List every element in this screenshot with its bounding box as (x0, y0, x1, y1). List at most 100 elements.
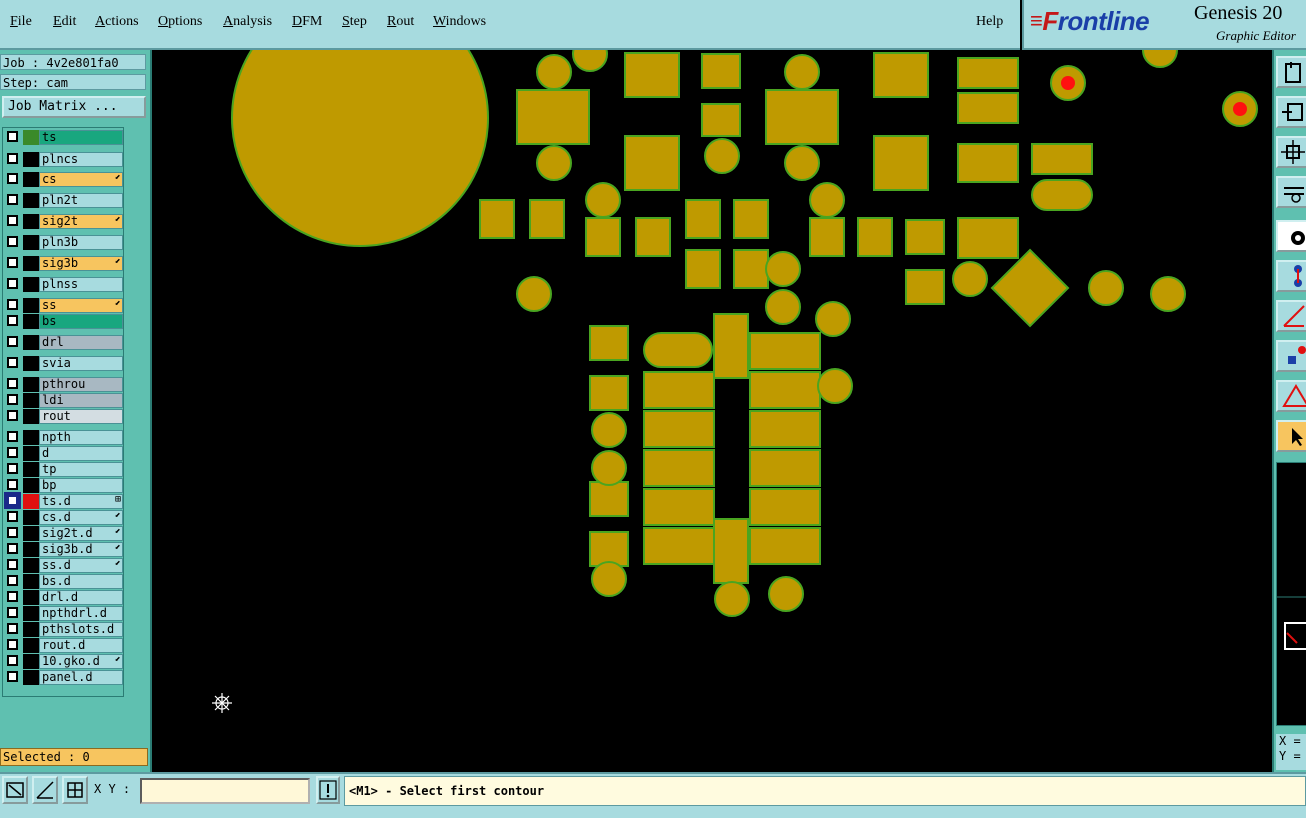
layer-name[interactable]: bs.d (39, 574, 123, 589)
layer-color-swatch[interactable] (23, 494, 39, 509)
layer-row-sig2t[interactable]: sig2t ⬋ (5, 214, 123, 229)
layer-checkbox[interactable] (7, 257, 18, 268)
layer-color-swatch[interactable] (23, 622, 39, 637)
menu-dfm[interactable]: DFM (292, 14, 322, 30)
layer-checkbox[interactable] (7, 639, 18, 650)
layer-name[interactable]: sig3b (39, 256, 123, 271)
layer-name[interactable]: sig2t (39, 214, 123, 229)
menu-step[interactable]: Step (342, 14, 367, 30)
layer-row-plnss[interactable]: plnss (5, 277, 123, 292)
layer-color-swatch[interactable] (23, 446, 39, 461)
layer-color-swatch[interactable] (23, 409, 39, 424)
layer-name[interactable]: ts.d (39, 494, 123, 509)
layer-color-swatch[interactable] (23, 670, 39, 685)
exclamation-icon[interactable] (316, 776, 340, 804)
layer-name[interactable]: cs (39, 172, 123, 187)
layer-checkbox[interactable] (7, 671, 18, 682)
layer-color-swatch[interactable] (23, 526, 39, 541)
layer-checkbox[interactable] (7, 447, 18, 458)
job-matrix-button[interactable]: Job Matrix ... (2, 96, 146, 118)
layer-row-rout[interactable]: rout (5, 409, 123, 424)
layer-checkbox[interactable] (7, 315, 18, 326)
menu-analysis[interactable]: Analysis (223, 14, 272, 30)
layer-name[interactable]: pthslots.d (39, 622, 123, 637)
layer-color-swatch[interactable] (23, 214, 39, 229)
warning-icon[interactable] (1276, 380, 1306, 412)
layer-row-sig3b[interactable]: sig3b ⬋ (5, 256, 123, 271)
layer-name[interactable]: d (39, 446, 123, 461)
layer-name[interactable]: rout.d (39, 638, 123, 653)
layer-checkbox[interactable] (7, 591, 18, 602)
xy-input[interactable] (140, 778, 310, 804)
layer-row-d[interactable]: d (5, 446, 123, 461)
layer-checkbox[interactable] (7, 623, 18, 634)
menu-file[interactable]: File (10, 14, 32, 30)
layer-row-sig2t-d[interactable]: sig2t.d ⬋ (5, 526, 123, 541)
menu-help[interactable]: Help (976, 14, 1003, 30)
layer-row-plncs[interactable]: plncs (5, 152, 123, 167)
layer-color-swatch[interactable] (23, 235, 39, 250)
layer-checkbox[interactable] (7, 511, 18, 522)
layer-checkbox[interactable] (7, 131, 18, 142)
layer-color-swatch[interactable] (23, 542, 39, 557)
layer-name[interactable]: plnss (39, 277, 123, 292)
layer-checkbox[interactable] (7, 559, 18, 570)
layer-name[interactable]: bs (39, 314, 123, 329)
snap-icon[interactable] (1276, 220, 1306, 252)
layer-name[interactable]: 10.gko.d (39, 654, 123, 669)
layer-row-10-gko-d[interactable]: 10.gko.d ⬋ (5, 654, 123, 669)
layer-color-swatch[interactable] (23, 356, 39, 371)
layer-row-cs[interactable]: cs ⬋ (5, 172, 123, 187)
layer-checkbox[interactable] (7, 336, 18, 347)
layer-checkbox[interactable] (7, 378, 18, 389)
layer-color-swatch[interactable] (23, 478, 39, 493)
layer-name[interactable]: rout (39, 409, 123, 424)
measure-tool-icon[interactable] (32, 776, 58, 804)
layer-checkbox[interactable] (7, 543, 18, 554)
layer-name[interactable]: plncs (39, 152, 123, 167)
layer-row-bs[interactable]: bs (5, 314, 123, 329)
layer-row-pthslots-d[interactable]: pthslots.d (5, 622, 123, 637)
import-icon[interactable] (1276, 96, 1306, 128)
layer-name[interactable]: panel.d (39, 670, 123, 685)
layer-checkbox[interactable] (7, 153, 18, 164)
layer-row-drl-d[interactable]: drl.d (5, 590, 123, 605)
fit-view-icon[interactable] (1276, 136, 1306, 168)
open-icon[interactable] (1276, 56, 1306, 88)
layer-name[interactable]: ss.d (39, 558, 123, 573)
layer-row-panel-d[interactable]: panel.d (5, 670, 123, 685)
grid-icon[interactable] (62, 776, 88, 804)
layer-name[interactable]: drl (39, 335, 123, 350)
layer-checkbox[interactable] (7, 357, 18, 368)
layer-color-swatch[interactable] (23, 558, 39, 573)
layer-color-swatch[interactable] (23, 606, 39, 621)
layer-name[interactable]: bp (39, 478, 123, 493)
layer-color-swatch[interactable] (23, 510, 39, 525)
layer-name[interactable]: npth (39, 430, 123, 445)
layer-color-swatch[interactable] (23, 172, 39, 187)
settings-icon[interactable] (1276, 176, 1306, 208)
layer-row-bs-d[interactable]: bs.d (5, 574, 123, 589)
layer-row-ts[interactable]: ts (5, 130, 123, 145)
layer-row-ss[interactable]: ss ⬋ (5, 298, 123, 313)
layer-checkbox[interactable] (7, 194, 18, 205)
layer-color-swatch[interactable] (23, 256, 39, 271)
layer-row-ts-d[interactable]: ts.d ⊞ (4, 492, 123, 509)
layer-checkbox[interactable] (7, 655, 18, 666)
drc-icon[interactable] (1276, 340, 1306, 372)
layer-color-swatch[interactable] (23, 193, 39, 208)
layer-name[interactable]: cs.d (39, 510, 123, 525)
layer-row-pln3b[interactable]: pln3b (5, 235, 123, 250)
layer-name[interactable]: tp (39, 462, 123, 477)
layer-color-swatch[interactable] (23, 430, 39, 445)
layer-checkbox[interactable] (7, 463, 18, 474)
layer-checkbox[interactable] (7, 299, 18, 310)
minimap[interactable] (1276, 462, 1306, 726)
layer-color-swatch[interactable] (23, 393, 39, 408)
layer-checkbox[interactable] (7, 278, 18, 289)
layer-checkbox[interactable] (7, 479, 18, 490)
graphic-canvas[interactable] (152, 0, 1272, 772)
menu-actions[interactable]: Actions (95, 14, 139, 30)
layer-row-svia[interactable]: svia (5, 356, 123, 371)
layer-row-ss-d[interactable]: ss.d ⬋ (5, 558, 123, 573)
